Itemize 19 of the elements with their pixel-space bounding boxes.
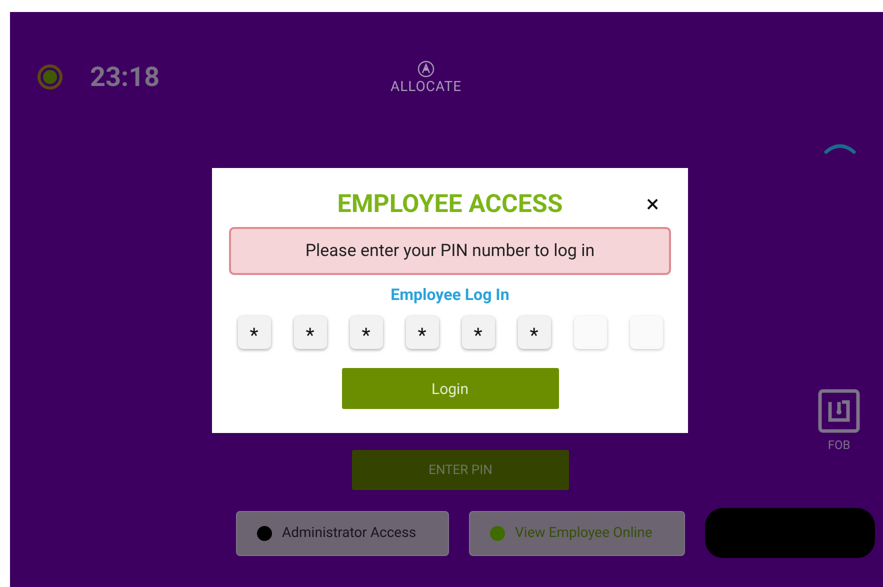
close-button[interactable]: × bbox=[646, 192, 659, 216]
logo-text: ALLOCATE bbox=[390, 78, 462, 94]
pin-digit-field[interactable] bbox=[630, 316, 662, 349]
pin-prompt-message: Please enter your PIN number to log in bbox=[229, 227, 671, 275]
pin-digit-field[interactable]: * bbox=[518, 316, 550, 349]
nfc-tag-icon[interactable] bbox=[817, 388, 861, 434]
logo-icon bbox=[417, 60, 435, 78]
pin-digit-field[interactable] bbox=[574, 316, 606, 349]
pin-digit-field[interactable]: * bbox=[406, 316, 438, 349]
pin-digit-field[interactable]: * bbox=[294, 316, 326, 349]
login-subtitle: Employee Log In bbox=[390, 285, 510, 304]
fob-label: FOB bbox=[828, 438, 850, 452]
pin-digit-field[interactable]: * bbox=[238, 316, 270, 349]
pin-digit-field[interactable]: * bbox=[462, 316, 494, 349]
dialog-title: EMPLOYEE ACCESS bbox=[337, 190, 563, 219]
loading-spinner-icon bbox=[823, 142, 857, 154]
pin-digit-field[interactable]: * bbox=[350, 316, 382, 349]
status-indicator-icon bbox=[36, 63, 64, 91]
clock: 23:18 bbox=[90, 61, 160, 93]
